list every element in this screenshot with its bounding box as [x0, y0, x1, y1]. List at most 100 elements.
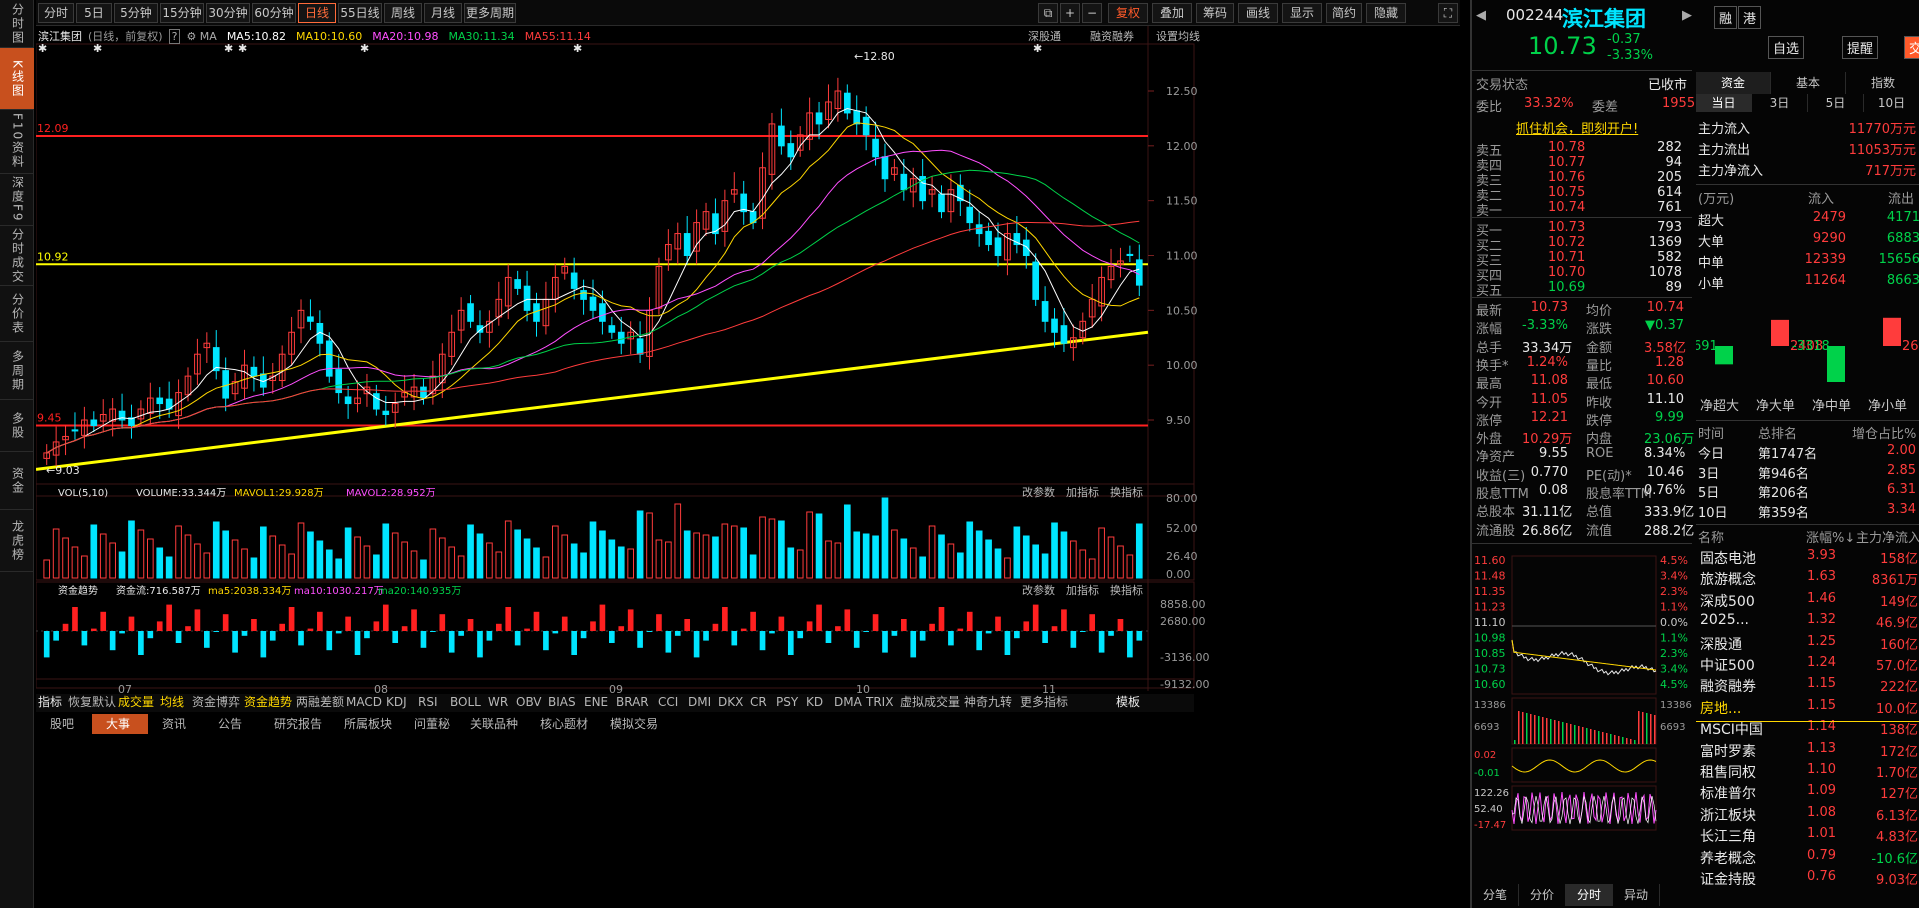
fund-pane-button[interactable]: 换指标 [1110, 583, 1143, 597]
candle-body[interactable] [862, 116, 870, 136]
indicator-tab[interactable]: DMA [834, 695, 863, 709]
toolbar-button[interactable]: 简约 [1326, 3, 1362, 23]
candle-body[interactable] [900, 173, 908, 191]
left-nav-item[interactable]: K线图 [0, 48, 34, 110]
prev-stock-icon[interactable]: ◀ [1476, 8, 1486, 23]
toolbar-button[interactable]: 复权 [1108, 3, 1148, 23]
mini-intraday-chart[interactable]: 11.60 11.48 11.35 11.23 11.10 10.98 10.85 10.73… [1472, 548, 1692, 878]
indicator-tab[interactable]: 资金博弈 [192, 694, 240, 709]
candle-body[interactable] [1022, 239, 1030, 257]
candle-body[interactable] [636, 338, 644, 355]
candle-body[interactable] [570, 272, 578, 289]
period-tab[interactable]: 月线 [424, 3, 462, 23]
candle-body[interactable] [778, 125, 785, 147]
candle-body[interactable] [994, 237, 1002, 257]
left-nav-item[interactable]: 分价表 [0, 286, 34, 342]
toolbar-button[interactable]: 筹码 [1196, 3, 1234, 23]
period-subtab[interactable]: 10日 [1864, 94, 1919, 112]
period-subtab[interactable]: 3日 [1752, 94, 1808, 112]
indicator-tab[interactable]: MACD [346, 695, 382, 709]
bottom-tab[interactable]: 公告 [218, 717, 242, 731]
help-icon[interactable]: ? [168, 29, 181, 44]
fullscreen-icon[interactable]: ⛶ [1438, 3, 1458, 23]
period-subtab[interactable]: 5日 [1808, 94, 1864, 112]
period-tab[interactable]: 30分钟 [206, 3, 250, 23]
chart-header-link[interactable]: 设置均线 [1156, 28, 1200, 44]
left-nav-item[interactable]: 龙虎榜 [0, 510, 34, 572]
indicator-tab[interactable]: CCI [658, 695, 678, 709]
indicator-tab[interactable]: 均线 [160, 695, 184, 709]
fund-tab[interactable]: 基本 [1771, 72, 1846, 94]
candle-body[interactable] [608, 325, 616, 333]
sector-row[interactable]: 长江三角 1.01 4.83亿 [1696, 826, 1919, 846]
indicator-tab[interactable]: 资金趋势 [244, 694, 292, 709]
sector-row[interactable]: 富时罗素 1.13 172亿 [1696, 741, 1919, 761]
indicator-tab[interactable]: DKX [718, 695, 743, 709]
candle-body[interactable] [975, 224, 983, 235]
left-nav-item[interactable]: 深度F9 [0, 174, 34, 226]
candle-body[interactable] [580, 290, 587, 300]
copy-icon[interactable]: ⧉ [1038, 3, 1058, 23]
candle-body[interactable] [853, 110, 861, 125]
zoom-out-icon[interactable]: − [1082, 3, 1102, 23]
indicator-tab[interactable]: DMI [688, 695, 711, 709]
candle-body[interactable] [222, 370, 229, 399]
period-tab[interactable]: 55日线 [338, 3, 382, 23]
zoom-in-icon[interactable]: + [1060, 3, 1080, 23]
period-tab[interactable]: 5日 [76, 3, 112, 23]
chart-header-link[interactable]: 融资融券 [1090, 28, 1134, 44]
indicator-tab[interactable]: PSY [776, 695, 799, 709]
bottom-tab[interactable]: 所属板块 [344, 717, 392, 731]
sector-row[interactable]: 旅游概念 1.63 8361万 [1696, 569, 1919, 589]
period-tab[interactable]: 周线 [384, 3, 422, 23]
indicator-tab[interactable]: 指标 [38, 694, 62, 709]
sector-row[interactable]: 养老概念 0.79 -10.6亿 [1696, 848, 1919, 868]
sector-row[interactable]: 房地... 1.15 10.0亿 [1696, 698, 1919, 718]
trade-button[interactable]: 交易 [1904, 36, 1919, 59]
trend-line[interactable] [36, 330, 1149, 471]
candle-body[interactable] [514, 279, 521, 289]
candle-body[interactable] [420, 386, 427, 399]
fund-tab[interactable]: 资金 [1696, 72, 1771, 94]
period-tab[interactable]: 5分钟 [114, 3, 158, 23]
bottom-tab[interactable]: 问董秘 [414, 717, 450, 731]
period-subtab[interactable]: 当日 [1696, 94, 1752, 112]
candle-body[interactable] [344, 396, 352, 405]
candle-body[interactable] [712, 213, 719, 235]
candle-body[interactable] [156, 397, 164, 405]
indicator-tab[interactable]: 恢复默认 [68, 694, 116, 709]
candle-body[interactable] [1135, 259, 1143, 286]
indicator-tab[interactable]: WR [488, 695, 508, 709]
bottom-tab[interactable]: 模拟交易 [610, 716, 658, 731]
sector-row[interactable]: 2025... 1.32 46.9亿 [1696, 612, 1919, 632]
toolbar-button[interactable]: 隐藏 [1366, 3, 1406, 23]
bottom-tab[interactable]: 研究报告 [274, 716, 322, 731]
left-nav-item[interactable]: 资金 [0, 452, 34, 510]
candle-body[interactable] [1060, 325, 1068, 344]
period-tab[interactable]: 分时 [38, 3, 74, 23]
sector-row[interactable]: 深成500 1.46 149亿 [1696, 591, 1919, 611]
indicator-tab[interactable]: TRIX [865, 695, 893, 709]
hk-badge[interactable]: 港 [1738, 6, 1762, 29]
toolbar-button[interactable]: 叠加 [1152, 3, 1192, 23]
sector-row[interactable]: 浙江板块 1.08 6.13亿 [1696, 805, 1919, 825]
next-stock-icon[interactable]: ▶ [1682, 8, 1692, 23]
period-tab[interactable]: 更多周期 [464, 3, 516, 23]
left-nav-item[interactable]: 多周期 [0, 342, 34, 400]
sector-row[interactable]: 深股通 1.25 160亿 [1696, 634, 1919, 654]
chart-header-link[interactable]: 深股通 [1028, 28, 1061, 44]
toolbar-button[interactable]: 画线 [1238, 3, 1278, 23]
rp-bottom-tab[interactable]: 分时 [1566, 884, 1613, 906]
rp-bottom-tab[interactable]: 分价 [1519, 884, 1566, 906]
indicator-tab[interactable]: 神奇九转 [964, 694, 1012, 709]
candle-body[interactable] [1032, 261, 1040, 300]
candle-body[interactable] [589, 296, 597, 311]
bottom-tab[interactable]: 核心题材 [540, 717, 588, 731]
candle-body[interactable] [1126, 253, 1134, 257]
sector-row[interactable]: 中证500 1.24 57.0亿 [1696, 655, 1919, 675]
indicator-tab[interactable]: BOLL [450, 695, 481, 709]
watchlist-button[interactable]: 自选 [1768, 36, 1805, 59]
candle-body[interactable] [523, 285, 531, 311]
candle-body[interactable] [1051, 318, 1058, 333]
rp-bottom-tab[interactable]: 分笔 [1472, 884, 1519, 906]
